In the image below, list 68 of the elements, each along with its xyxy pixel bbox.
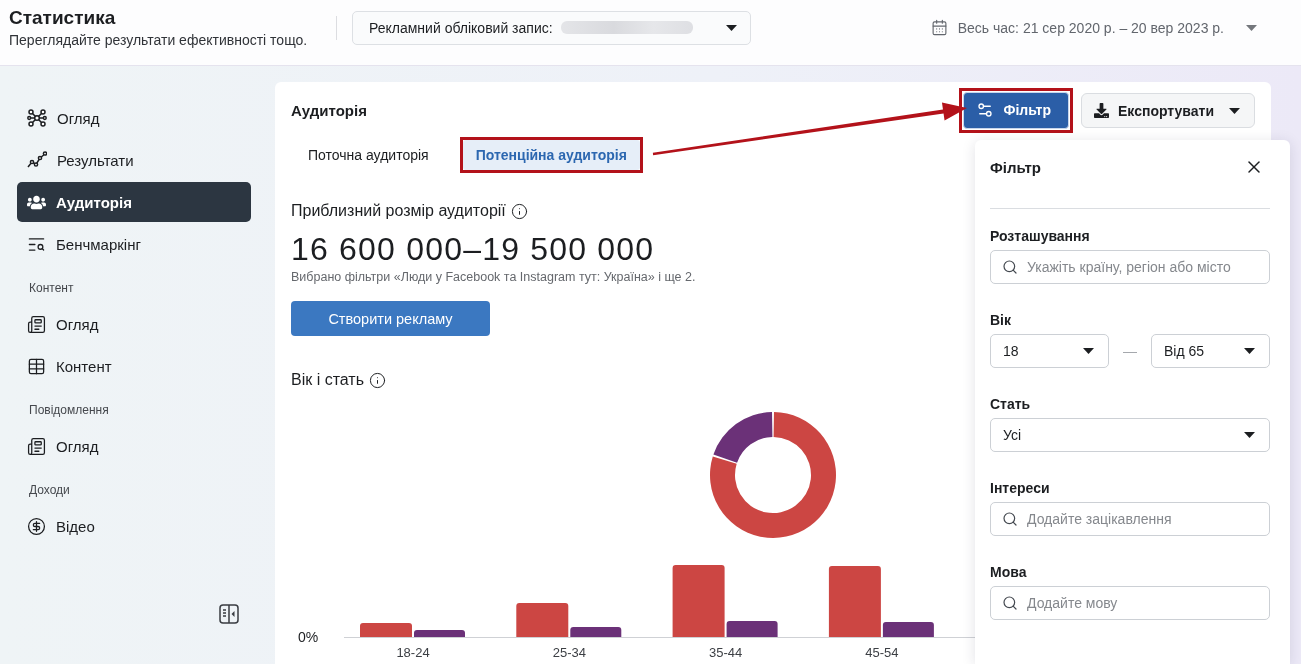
- section-heading: Приблизний розмір аудиторії: [291, 201, 506, 221]
- axis-label: 18-24: [396, 645, 430, 660]
- caret-icon: [1229, 107, 1240, 114]
- axis-label: 35-44: [708, 645, 743, 660]
- page-subtitle: Переглядайте результати ефективності тощо.: [9, 30, 308, 49]
- caret-icon: [1246, 24, 1257, 31]
- export-button[interactable]: Експортувати: [1081, 93, 1255, 128]
- dropdown[interactable]: 18: [990, 334, 1109, 368]
- sidebar-item[interactable]: Огляд: [17, 98, 251, 138]
- page-title: Статистика: [9, 6, 116, 29]
- panel-title: Фільтр: [990, 158, 1041, 176]
- sidebar-heading: Контент: [28, 280, 75, 297]
- dropdown[interactable]: Усі: [990, 418, 1270, 452]
- newspaper-icon: [27, 436, 46, 456]
- field-label: Стать: [990, 395, 1031, 413]
- field-label: Розташування: [990, 227, 1090, 245]
- create-ad-button[interactable]: Створити рекламу: [291, 301, 490, 336]
- dollar-icon: [27, 516, 46, 536]
- tab[interactable]: Поточна аудиторія: [295, 140, 442, 170]
- range-separator: —: [1123, 343, 1137, 359]
- caret-icon: [726, 24, 737, 31]
- newspaper-icon: [27, 314, 46, 334]
- search-field[interactable]: Додайте зацікавлення: [990, 502, 1270, 536]
- section-heading: Вік і стать: [291, 370, 365, 390]
- sidebar-item[interactable]: Бенчмаркінг: [17, 224, 251, 264]
- search-icon: [1002, 595, 1018, 611]
- search-field[interactable]: Укажіть країну, регіон або місто: [990, 250, 1270, 284]
- trend-line-icon: [27, 150, 47, 170]
- sidebar-heading: Доходи: [28, 482, 71, 499]
- caret-icon: [1244, 348, 1255, 354]
- axis-label: 25-34: [552, 645, 586, 660]
- info-icon[interactable]: [510, 202, 528, 220]
- download-icon: [1094, 103, 1109, 118]
- search-icon: [1002, 511, 1018, 527]
- caret-icon: [1083, 348, 1094, 354]
- account-dropdown[interactable]: Рекламний обліковий запис:: [352, 10, 751, 45]
- info-icon[interactable]: [369, 371, 387, 389]
- card-title: Аудиторія: [291, 102, 367, 119]
- axis-label: 0%: [298, 629, 319, 645]
- table-icon: [27, 356, 46, 376]
- sidebar-heading: Повідомлення: [28, 402, 110, 419]
- sidebar-item[interactable]: Огляд: [17, 304, 251, 344]
- age-bar: [414, 630, 465, 637]
- search-icon: [1002, 259, 1018, 275]
- tab[interactable]: Потенційна аудиторія: [462, 140, 640, 170]
- sidebar-item[interactable]: Огляд: [17, 426, 251, 466]
- panel-collapse-icon: [219, 604, 239, 624]
- search-field[interactable]: Додайте мову: [990, 586, 1270, 620]
- age-bar: [360, 623, 412, 637]
- hub-icon: [27, 108, 47, 128]
- sidebar-item[interactable]: Результати: [17, 140, 251, 180]
- filter-note: Вибрано фільтри «Люди у Facebook та Instagram тут: Україна» і ще 2.: [291, 270, 696, 284]
- sidebar-item[interactable]: Аудиторія: [17, 182, 251, 222]
- dropdown[interactable]: Від 65: [1151, 334, 1270, 368]
- field-label: Мова: [990, 563, 1027, 581]
- caret-icon: [1244, 432, 1255, 438]
- sidebar-item[interactable]: Відео: [17, 506, 251, 546]
- field-label: Інтереси: [990, 479, 1050, 497]
- people-icon: [27, 192, 46, 212]
- sidebar-item[interactable]: Контент: [17, 346, 251, 386]
- field-label: Вік: [990, 311, 1011, 329]
- filter-button[interactable]: Фільтр: [963, 91, 1069, 129]
- audience-size-value: 16 600 000–19 500 000: [291, 231, 655, 267]
- sliders-icon: [976, 101, 995, 119]
- calendar-icon: [930, 19, 948, 36]
- axis-label: 45-54: [865, 645, 899, 660]
- date-range-picker[interactable]: Весь час: 21 сер 2020 р. – 20 вер 2023 р.: [930, 19, 1257, 36]
- collapse-sidebar-button[interactable]: [219, 604, 239, 624]
